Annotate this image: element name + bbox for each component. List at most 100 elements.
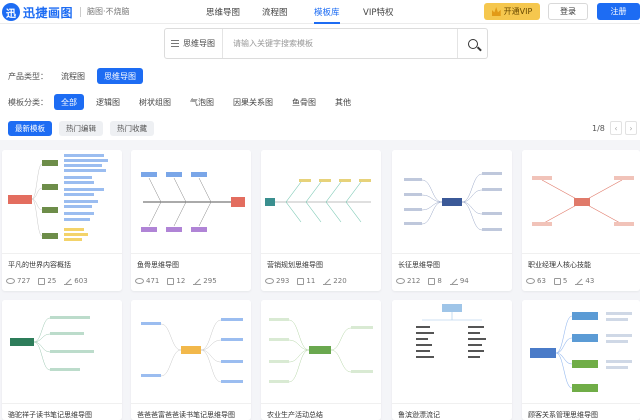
like-icon	[167, 277, 175, 285]
prev-page-button[interactable]: ‹	[610, 121, 622, 135]
template-thumbnail	[522, 300, 640, 404]
category-option-fishbone[interactable]: 鱼骨图	[285, 94, 323, 110]
nav-mindmap[interactable]: 思维导图	[206, 0, 240, 24]
category-option-bubble[interactable]: 气泡图	[183, 94, 221, 110]
product-type-label: 产品类型：	[8, 71, 48, 81]
template-card[interactable]: 职业经理人核心技能 63 5 43	[522, 150, 640, 291]
view-icon	[526, 278, 535, 284]
template-thumbnail	[392, 300, 512, 404]
template-thumbnail	[392, 150, 512, 254]
like-count: 25	[47, 277, 57, 285]
template-stats: 471 12 295	[135, 277, 225, 285]
template-title[interactable]: 顾客关系管理思维导图	[528, 410, 598, 420]
template-thumbnail	[2, 150, 122, 254]
edit-count: 94	[459, 277, 469, 285]
crown-icon	[491, 7, 501, 16]
template-card[interactable]: 爸爸爸富爸爸读书笔记思维导图	[131, 300, 251, 420]
template-stats: 727 25 603	[6, 277, 96, 285]
template-thumbnail	[522, 150, 640, 254]
edit-count: 295	[203, 277, 217, 285]
search-bar: 思维导图	[164, 28, 488, 59]
template-card[interactable]: 骆驼祥子读书笔记思维导图	[2, 300, 122, 420]
like-icon	[553, 277, 561, 285]
edit-icon	[575, 278, 584, 285]
tab-hot-edit[interactable]: 热门编辑	[59, 121, 103, 136]
view-count: 63	[537, 277, 546, 285]
pagination-indicator: 1/8	[592, 124, 605, 133]
category-option-tree[interactable]: 树状组图	[132, 94, 178, 110]
like-count: 5	[562, 277, 568, 285]
like-count: 12	[176, 277, 186, 285]
view-count: 293	[276, 277, 290, 285]
template-title[interactable]: 职业经理人核心技能	[528, 260, 591, 270]
register-button[interactable]: 注册	[597, 3, 640, 20]
template-card[interactable]: 农业生产活动总结	[261, 300, 381, 420]
template-title[interactable]: 营销规划思维导图	[267, 260, 323, 270]
template-stats: 293 11 220	[265, 277, 355, 285]
search-input[interactable]	[223, 29, 457, 58]
login-button[interactable]: 登录	[548, 3, 588, 20]
top-navigation-bar: 迅 迅捷画图 脑图·不烧脑 思维导图 流程图 模板库 VIP特权 开通VIP 登…	[0, 0, 640, 24]
like-icon	[38, 277, 46, 285]
category-option-logic[interactable]: 逻辑图	[89, 94, 127, 110]
search-button[interactable]	[457, 29, 487, 58]
open-vip-button[interactable]: 开通VIP	[484, 3, 540, 20]
template-thumbnail	[261, 300, 381, 404]
view-icon	[396, 278, 405, 284]
view-icon	[6, 278, 15, 284]
template-stats: 63 5 43	[526, 277, 602, 285]
view-count: 212	[407, 277, 421, 285]
product-option-mindmap[interactable]: 思维导图	[97, 68, 143, 84]
search-type-label: 思维导图	[183, 39, 215, 48]
template-stats: 212 8 94	[396, 277, 477, 285]
edit-icon	[449, 278, 458, 285]
tab-hot-favorite[interactable]: 热门收藏	[110, 121, 154, 136]
edit-count: 220	[333, 277, 347, 285]
template-card[interactable]: 营销规划思维导图 293 11 220	[261, 150, 381, 291]
template-card[interactable]: 平凡的世界内容概括 727 25 603	[2, 150, 122, 291]
category-label: 模板分类：	[8, 97, 48, 107]
view-count: 727	[17, 277, 31, 285]
template-title[interactable]: 鲁滨逊漂流记	[398, 410, 440, 420]
template-title[interactable]: 爸爸爸富爸爸读书笔记思维导图	[137, 410, 235, 420]
nav-vip-privileges[interactable]: VIP特权	[363, 0, 393, 24]
template-card[interactable]: 顾客关系管理思维导图	[522, 300, 640, 420]
search-icon	[467, 38, 478, 49]
view-count: 471	[146, 277, 160, 285]
sort-tabs: 最新模板 热门编辑 热门收藏	[8, 121, 161, 136]
category-option-other[interactable]: 其他	[328, 94, 358, 110]
template-title[interactable]: 长征思维导图	[398, 260, 440, 270]
template-card[interactable]: 鲁滨逊漂流记	[392, 300, 512, 420]
view-icon	[265, 278, 274, 284]
like-count: 11	[306, 277, 316, 285]
template-title[interactable]: 农业生产活动总结	[267, 410, 323, 420]
like-icon	[428, 277, 436, 285]
next-page-button[interactable]: ›	[625, 121, 637, 135]
template-thumbnail	[131, 150, 251, 254]
template-title[interactable]: 骆驼祥子读书笔记思维导图	[8, 410, 92, 420]
template-thumbnail	[131, 300, 251, 404]
logo-icon: 迅	[2, 3, 20, 21]
category-filter: 模板分类： 全部 逻辑图 树状组图 气泡图 因果关系图 鱼骨图 其他	[8, 94, 363, 110]
menu-icon	[171, 40, 179, 47]
site-logo[interactable]: 迅 迅捷画图	[2, 2, 73, 22]
template-card[interactable]: 长征思维导图 212 8 94	[392, 150, 512, 291]
category-option-cause-effect[interactable]: 因果关系图	[226, 94, 280, 110]
nav-template-library[interactable]: 模板库	[314, 0, 340, 24]
tab-latest[interactable]: 最新模板	[8, 121, 52, 136]
nav-flowchart[interactable]: 流程图	[262, 0, 288, 24]
like-count: 8	[437, 277, 442, 285]
category-option-all[interactable]: 全部	[54, 94, 84, 110]
template-title[interactable]: 鱼骨思维导图	[137, 260, 179, 270]
template-thumbnail	[261, 150, 381, 254]
open-vip-label: 开通VIP	[503, 7, 533, 16]
template-title[interactable]: 平凡的世界内容概括	[8, 260, 71, 270]
edit-icon	[323, 278, 332, 285]
search-type-dropdown[interactable]: 思维导图	[165, 29, 223, 58]
edit-icon	[193, 278, 202, 285]
template-card[interactable]: 鱼骨思维导图 471 12 295	[131, 150, 251, 291]
logo-text: 迅捷画图	[23, 5, 74, 20]
product-option-flowchart[interactable]: 流程图	[54, 68, 92, 84]
like-icon	[297, 277, 305, 285]
site-slogan: 脑图·不烧脑	[80, 7, 130, 17]
